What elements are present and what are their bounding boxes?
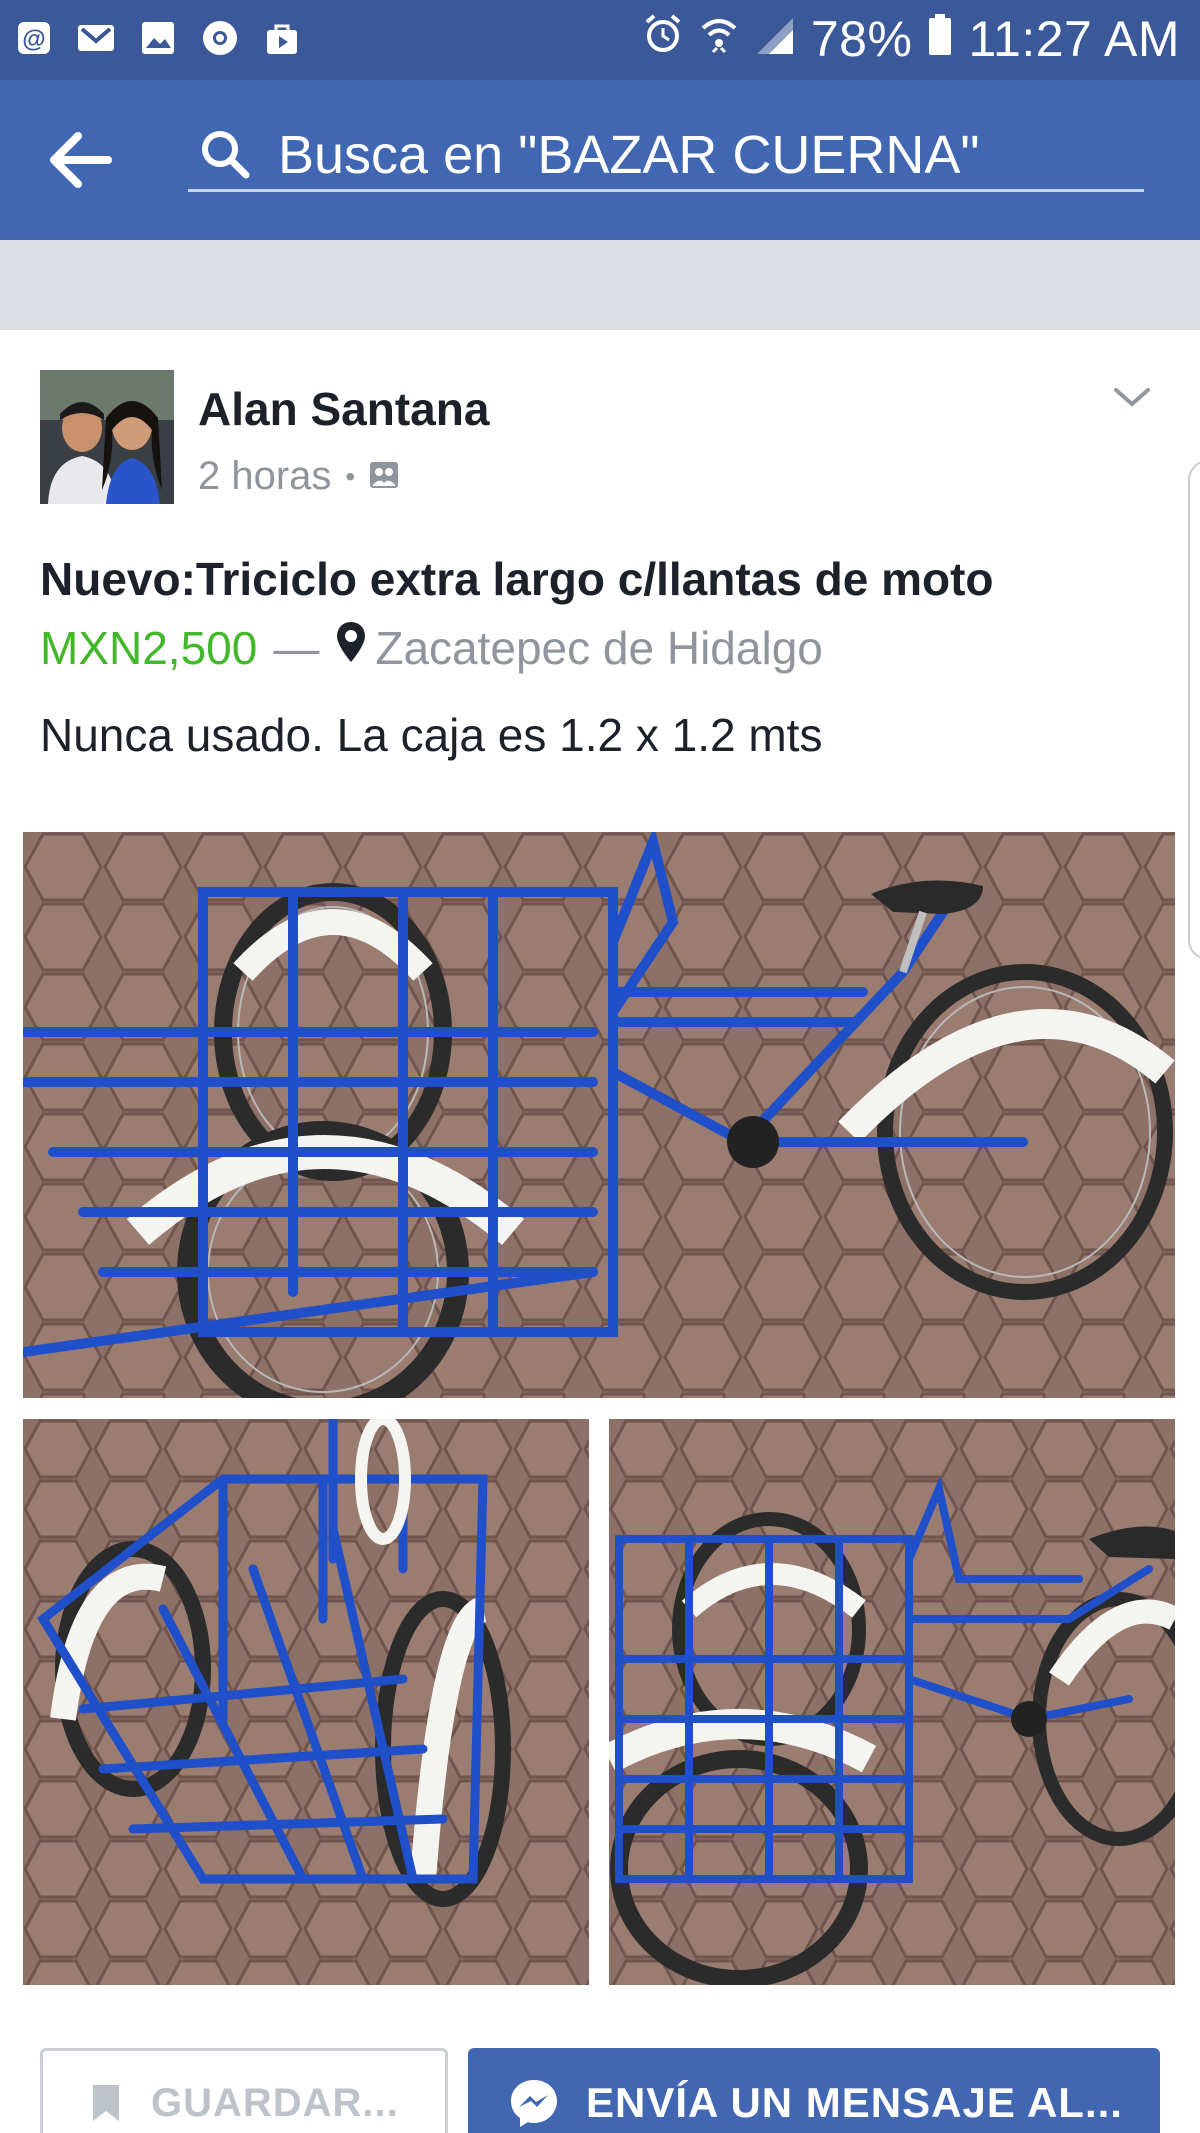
gmail-icon — [76, 18, 116, 58]
at-icon: @ — [14, 18, 54, 58]
listing-title: Nuevo:Triciclo extra largo c/llantas de … — [40, 553, 994, 605]
listing-price: MXN2,500 — [40, 621, 258, 674]
chrome-icon — [200, 18, 240, 58]
bag-icon — [262, 18, 302, 58]
price-separator: — — [273, 621, 320, 674]
arrow-left-icon — [50, 132, 112, 188]
gallery-icon — [138, 18, 178, 58]
listing-photo-3[interactable] — [609, 1419, 1175, 1985]
save-button[interactable]: GUARDAR... — [40, 2048, 448, 2133]
listing-location[interactable]: Zacatepec de Hidalgo — [375, 621, 823, 675]
search-input[interactable] — [278, 123, 1138, 186]
wifi-icon — [699, 10, 739, 68]
meta-separator: • — [345, 460, 356, 492]
listing-photo-2[interactable] — [23, 1419, 589, 1985]
avatar[interactable] — [40, 370, 174, 504]
search-header — [0, 80, 1200, 240]
back-button[interactable] — [48, 130, 128, 190]
save-button-label: GUARDAR... — [151, 2080, 399, 2125]
group-search-bar[interactable] — [188, 120, 1144, 192]
battery-icon — [928, 10, 952, 68]
feed-spacer — [0, 240, 1200, 330]
group-audience-icon — [369, 454, 399, 499]
post-time[interactable]: 2 horas — [198, 454, 331, 499]
listing-description: Nunca usado. La caja es 1.2 x 1.2 mts — [40, 709, 823, 761]
system-status: 78% 11:27 AM — [643, 10, 1180, 68]
svg-text:@: @ — [22, 26, 45, 53]
send-message-button[interactable]: ENVÍA UN MENSAJE AL... — [468, 2048, 1160, 2133]
marketplace-post: Alan Santana 2 horas • Nuevo:Triciclo ex… — [0, 330, 1200, 2133]
notification-icons: @ — [14, 18, 302, 58]
post-meta: 2 horas • — [198, 454, 399, 499]
messenger-icon — [511, 2080, 557, 2127]
clock: 11:27 AM — [968, 11, 1180, 67]
search-icon — [202, 130, 250, 178]
post-options-chevron-icon[interactable] — [1108, 374, 1156, 422]
listing-photo-main[interactable] — [23, 832, 1175, 1398]
alarm-icon — [643, 10, 683, 68]
signal-icon — [755, 10, 795, 68]
send-message-label: ENVÍA UN MENSAJE AL... — [586, 2079, 1123, 2126]
location-pin-icon — [335, 620, 367, 675]
scroll-edge-indicator — [1188, 460, 1200, 960]
author-name[interactable]: Alan Santana — [198, 382, 489, 436]
status-bar: @ 78% 11:27 AM — [0, 0, 1200, 80]
bookmark-icon — [93, 2085, 119, 2121]
battery-percent: 78% — [810, 11, 913, 67]
price-location-row: MXN2,500 — Zacatepec de Hidalgo — [40, 620, 823, 675]
